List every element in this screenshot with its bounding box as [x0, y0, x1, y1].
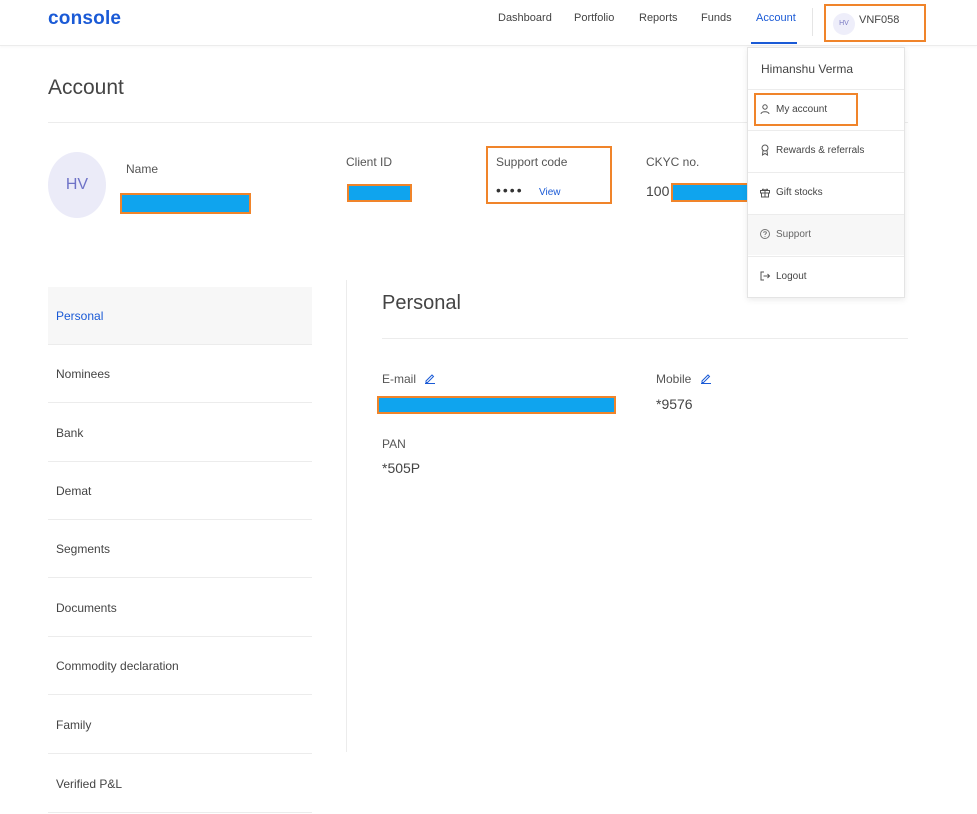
profile-avatar: HV [48, 152, 106, 218]
client-id-value-redacted [347, 184, 412, 202]
name-value-redacted [120, 193, 251, 214]
sidebar-item-bank[interactable]: Bank [48, 404, 312, 462]
sidebar-item-label: Commodity declaration [56, 659, 179, 673]
mobile-label: Mobile [656, 372, 692, 386]
sidebar-item-verified-pnl[interactable]: Verified P&L [48, 755, 312, 813]
pan-label: PAN [382, 437, 406, 451]
sidebar-item-commodity-declaration[interactable]: Commodity declaration [48, 637, 312, 695]
sidebar-divider [346, 280, 347, 752]
dropdown-item-label: Gift stocks [776, 187, 823, 198]
email-value-redacted [377, 396, 616, 414]
dropdown-item-label: Logout [776, 271, 807, 282]
sidebar-item-label: Personal [56, 309, 104, 323]
sidebar-item-documents[interactable]: Documents [48, 579, 312, 637]
email-edit-pencil-icon[interactable] [424, 372, 436, 384]
sidebar-item-label: Segments [56, 542, 111, 556]
page-title: Account [48, 76, 124, 99]
medal-icon [761, 144, 769, 156]
support-code-view-link[interactable]: View [539, 187, 561, 198]
sidebar-item-label: Nominees [56, 367, 111, 381]
dropdown-user-name: Himanshu Verma [761, 62, 854, 76]
nav-funds[interactable]: Funds [701, 12, 732, 24]
sidebar-item-label: Bank [56, 426, 84, 440]
section-title: Personal [382, 292, 461, 314]
dropdown-item-gift-stocks[interactable]: Gift stocks [748, 172, 904, 213]
sidebar-item-label: Verified P&L [56, 777, 123, 791]
user-dropdown-menu: Himanshu Verma My account Rewards & refe… [747, 47, 905, 298]
dropdown-item-logout[interactable]: Logout [748, 256, 904, 297]
user-avatar-small: HV [833, 13, 855, 35]
support-code-label: Support code [496, 155, 568, 169]
sidebar-item-nominees[interactable]: Nominees [48, 345, 312, 403]
logout-icon [760, 271, 771, 281]
user-id-label: VNF058 [859, 14, 900, 26]
email-label: E-mail [382, 372, 417, 386]
section-divider [382, 338, 908, 339]
nav-dashboard[interactable]: Dashboard [498, 12, 552, 24]
sidebar-item-segments[interactable]: Segments [48, 520, 312, 578]
support-code-masked: •••• [496, 182, 524, 198]
sidebar-item-label: Family [56, 718, 92, 732]
mobile-value: *9576 [656, 396, 693, 412]
client-id-label: Client ID [346, 155, 393, 169]
ckyc-value-prefix: 100 [646, 183, 670, 199]
dropdown-item-rewards-referrals[interactable]: Rewards & referrals [748, 130, 904, 171]
help-icon [760, 229, 770, 239]
sidebar-item-label: Demat [56, 484, 92, 498]
gift-icon [760, 188, 770, 198]
dropdown-item-label: Support [776, 229, 812, 240]
pan-value: *505P [382, 460, 421, 476]
top-navbar: console Dashboard Portfolio Reports Fund… [0, 0, 977, 46]
nav-portfolio[interactable]: Portfolio [574, 12, 614, 24]
mobile-edit-pencil-icon[interactable] [700, 372, 712, 384]
dropdown-item-label: Rewards & referrals [776, 145, 865, 156]
nav-active-underline [751, 42, 797, 44]
ckyc-label: CKYC no. [646, 155, 700, 169]
user-menu-button[interactable]: HV VNF058 [824, 4, 926, 42]
sidebar-item-label: Documents [56, 601, 117, 615]
ckyc-value-redacted [671, 183, 749, 202]
nav-reports[interactable]: Reports [639, 12, 678, 24]
sidebar-item-demat[interactable]: Demat [48, 462, 312, 520]
my-account-highlight [754, 93, 858, 126]
nav-divider [812, 8, 813, 36]
dropdown-item-support[interactable]: Support [748, 214, 904, 255]
name-label: Name [126, 162, 159, 176]
brand-logo[interactable]: console [48, 8, 121, 30]
sidebar-item-personal[interactable]: Personal [48, 287, 312, 345]
sidebar-item-family[interactable]: Family [48, 696, 312, 754]
nav-account[interactable]: Account [756, 12, 796, 24]
